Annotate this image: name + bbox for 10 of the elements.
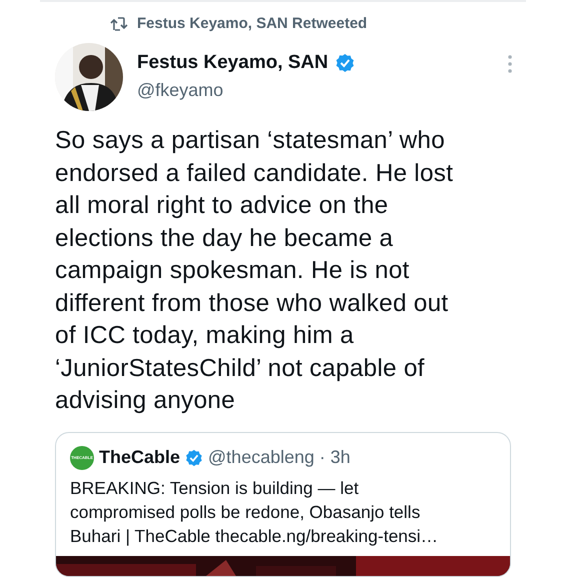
retweet-label: Festus Keyamo, SAN Retweeted: [137, 15, 368, 32]
quoted-author-handle: @thecableng: [208, 447, 314, 468]
tweet-time: · 3h: [319, 447, 350, 468]
author-handle[interactable]: @fkeyamo: [137, 80, 508, 101]
more-options-icon[interactable]: [508, 55, 512, 73]
retweet-icon: [110, 16, 128, 30]
quoted-tweet-text: BREAKING: Tension is building — let compromised polls be redone, Obasanjo tells Buhari | TheCable thecable.ng/breaking-tensi…: [70, 476, 440, 548]
author-name[interactable]: Festus Keyamo, SAN: [137, 52, 328, 74]
tweet-text: So says a partisan ‘statesman’ who endorsed a failed candidate. He lost all moral right to advice on the elections the day he became a campaign spokesman. He is not different from those who walked out of ICC today, making him a ‘JuniorStatesChild’ not capable of advising anyone: [55, 126, 454, 416]
quoted-author-name: TheCable: [99, 447, 180, 468]
